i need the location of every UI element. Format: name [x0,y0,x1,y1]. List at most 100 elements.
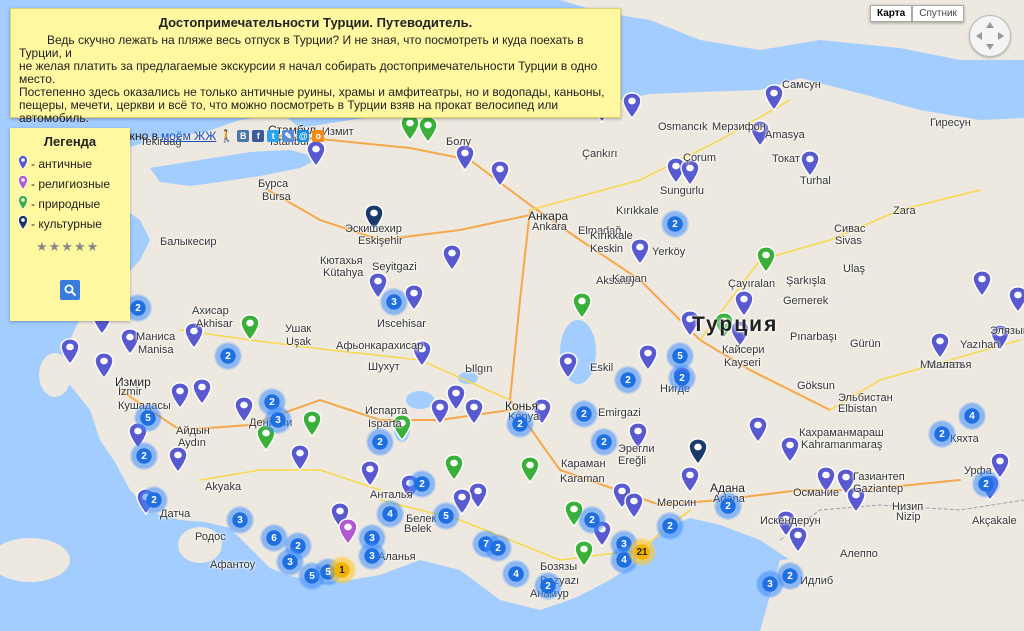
city-label: Aydın [178,437,206,449]
cluster-count: 7 [483,538,489,550]
pan-control[interactable] [969,15,1011,57]
city-label: Афантоу [210,559,256,571]
legend-pin-icon [18,195,28,213]
city-label: Kayseri [724,357,761,369]
city-label: Айдын [176,425,210,437]
marker-cluster[interactable]: 3 [226,506,254,534]
marker-cluster[interactable]: 21 [628,538,656,566]
cluster-count: 6 [271,532,277,544]
info-line-1: Ведь скучно лежать на пляже весь отпуск … [19,33,584,60]
search-button[interactable] [60,280,80,300]
city-label: Sivas [835,235,862,247]
cluster-count: 3 [621,538,627,550]
marker-cluster[interactable]: 2 [506,410,534,438]
city-label: Akçakale [972,515,1017,527]
map-type-map-button[interactable]: Карта [870,5,913,22]
social-button-2[interactable]: t [267,130,280,142]
social-button-0[interactable]: В [237,130,250,142]
marker-cluster[interactable]: 4 [958,402,986,430]
rating-stars[interactable]: ★★★★★ [36,239,122,255]
city-label: Малатья [927,359,972,371]
livejournal-link[interactable]: моём ЖЖ [161,129,216,143]
city-label: Çorum [683,152,717,164]
marker-cluster[interactable]: 2 [614,366,642,394]
marker-cluster[interactable]: 2 [668,364,696,392]
marker-cluster[interactable]: 2 [590,428,618,456]
marker-cluster[interactable]: 3 [264,406,292,434]
cluster-count: 2 [589,514,595,526]
city-label: Маниса [136,331,176,343]
cluster-count: 2 [983,478,989,490]
cluster-count: 3 [767,578,773,590]
social-button-1[interactable]: f [252,130,265,142]
city-label: Amasya [765,129,805,141]
city-label: Афьонкарахисар [336,340,424,352]
legend-item-1[interactable]: - религиозные [18,175,122,191]
social-buttons: Вf t ✎ @ o [237,130,325,142]
city-label: Мерсин [657,497,697,509]
marker-cluster[interactable]: 2 [570,400,598,428]
city-label: Akhisar [196,318,233,330]
social-button-5[interactable]: o [312,130,325,142]
city-label: Yazıhan [960,339,1000,351]
city-label: Göksun [797,380,835,392]
cluster-count: 2 [601,436,607,448]
legend-item-3[interactable]: - культурные [18,215,122,233]
cluster-count: 5 [309,570,315,582]
marker-cluster[interactable]: 2 [661,210,689,238]
marker-cluster[interactable]: 2 [534,572,562,600]
marker-cluster[interactable]: 2 [972,470,1000,498]
marker-cluster[interactable]: 4 [376,500,404,528]
legend-item-2[interactable]: - природные [18,195,122,213]
info-title: Достопримечательности Турции. Путеводите… [158,15,473,30]
info-line-4: пещеры, мечети, церкви и всё то, что мож… [19,98,559,125]
marker-cluster[interactable]: 2 [140,486,168,514]
city-label: Karaman [560,473,605,485]
cluster-count: 3 [391,296,397,308]
marker-cluster[interactable]: 3 [358,542,386,570]
social-button-4[interactable]: @ [297,130,310,142]
city-label: Seyitgazi [372,261,417,273]
legend-pin-icon [18,215,28,233]
marker-cluster[interactable]: 2 [776,562,804,590]
cluster-count: 2 [581,408,587,420]
cluster-count: 2 [672,218,678,230]
cluster-count: 2 [545,580,551,592]
cluster-count: 21 [636,546,648,558]
city-label: Keskin [590,243,624,255]
city-label: Родос [195,531,226,543]
city-label: Uşak [286,336,312,348]
city-label: Çayıralan [728,278,776,290]
walker-icon[interactable]: 🚶 [219,129,234,143]
marker-cluster[interactable]: 2 [408,470,436,498]
legend-pin-icon [18,155,28,173]
cluster-count: 2 [419,478,425,490]
marker-cluster[interactable]: 2 [578,506,606,534]
cluster-count: 2 [141,450,147,462]
city-label: Эрегли [618,443,655,455]
map-type-satellite-button[interactable]: Спутник [912,5,964,22]
marker-cluster[interactable]: 2 [214,342,242,370]
city-label: Bursa [262,191,291,203]
marker-cluster[interactable]: 2 [714,492,742,520]
legend-item-0[interactable]: - античные [18,155,122,173]
marker-cluster[interactable]: 5 [134,404,162,432]
country-label: Турция [692,313,779,336]
city-label: Çankırı [582,148,618,160]
marker-cluster[interactable]: 5 [432,502,460,530]
marker-cluster[interactable]: 3 [380,288,408,316]
marker-cluster[interactable]: 2 [366,428,394,456]
marker-cluster[interactable]: 2 [656,512,684,540]
city-label: Датча [160,508,191,520]
marker-cluster[interactable]: 4 [502,560,530,588]
marker-cluster[interactable]: 2 [928,420,956,448]
marker-cluster[interactable]: 2 [130,442,158,470]
social-button-3[interactable]: ✎ [282,130,295,142]
city-label: Akyaka [205,481,242,493]
city-label: Гиресун [930,117,971,129]
cluster-count: 2 [679,372,685,384]
marker-cluster[interactable]: 1 [328,556,356,584]
city-label: Elbistan [838,403,878,415]
city-label: Yerköy [652,246,686,258]
city-label: Osmancık [658,121,708,133]
